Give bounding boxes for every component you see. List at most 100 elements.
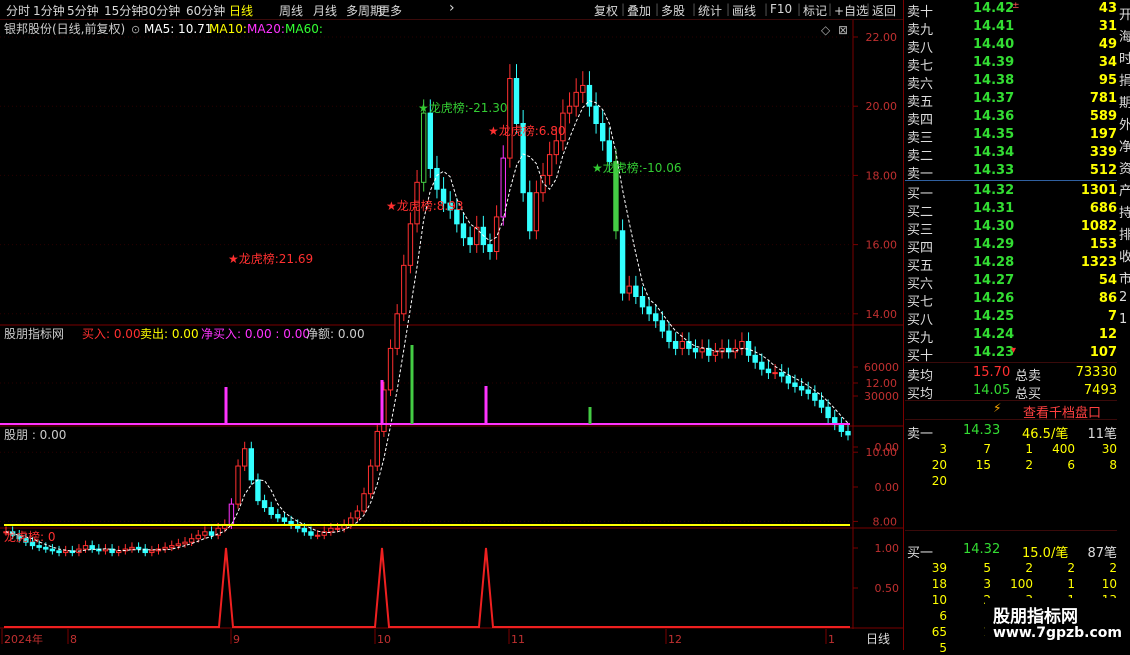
- ask-row[interactable]: 卖三 14.35 197: [905, 126, 1117, 146]
- period-8[interactable]: 月线: [313, 2, 337, 19]
- level-volume: 339: [1089, 145, 1117, 160]
- candle-body: [195, 534, 201, 540]
- candle-body: [460, 223, 467, 239]
- bid-row[interactable]: 买一 14.32 1301: [905, 182, 1117, 202]
- level-price: 14.24: [973, 327, 1015, 342]
- bid-row[interactable]: 买八 14.25 7: [905, 308, 1117, 328]
- tool-4[interactable]: 画线: [732, 2, 756, 19]
- tool-2[interactable]: 多股: [661, 2, 685, 19]
- edge-char: 收: [1119, 250, 1130, 265]
- candle-body: [36, 545, 42, 548]
- level-price: 14.26: [973, 291, 1015, 306]
- period-9[interactable]: 多周期: [346, 2, 382, 19]
- close-box-icon[interactable]: ⊠: [838, 23, 848, 37]
- candle-body: [261, 500, 268, 509]
- bid-row[interactable]: 买四 14.29 153: [905, 236, 1117, 256]
- ask-row[interactable]: 卖八 14.40 49: [905, 36, 1117, 56]
- tool-0[interactable]: 复权: [594, 2, 618, 19]
- period-6[interactable]: 日线: [229, 2, 253, 19]
- candle-body: [513, 78, 520, 124]
- chart-dropdown-icon[interactable]: ⊙: [131, 23, 140, 36]
- period-0[interactable]: 分时: [6, 2, 30, 19]
- queue-cell: 1: [1067, 577, 1075, 591]
- tool-6[interactable]: 标记: [803, 2, 827, 19]
- diamond-icon[interactable]: ◇: [821, 23, 831, 37]
- candle-body: [308, 531, 314, 536]
- date-axis-label: 2024年: [4, 632, 43, 646]
- price-tick: 18.00: [866, 169, 898, 182]
- tool-8[interactable]: 返回: [872, 2, 896, 19]
- kline-chart-svg[interactable]: 22.00 20.00 18.00 16.00 14.00 12.00 1 0.00 8.00 ★…: [0, 20, 903, 650]
- queue_sell-header: 卖一 14.33 46.5/笔 11笔: [905, 422, 1117, 442]
- candle-body: [328, 527, 334, 533]
- level-volume: 686: [1089, 201, 1117, 216]
- longhubang-annotation: ★龙虎榜:8.93: [386, 198, 464, 213]
- bid-row[interactable]: 买七 14.26 86: [905, 290, 1117, 310]
- edge-char: 市: [1119, 272, 1130, 287]
- candle-body: [208, 531, 215, 536]
- level-volume: 49: [1098, 37, 1117, 52]
- candle-body: [679, 340, 685, 349]
- period-4[interactable]: 30分钟: [141, 2, 180, 19]
- period-1[interactable]: 1分钟: [33, 2, 65, 19]
- queue-avg: 46.5/笔: [1022, 427, 1069, 442]
- tool-5[interactable]: F10: [770, 2, 792, 16]
- candle-body: [633, 285, 639, 297]
- bid-row[interactable]: 买三 14.30 1082: [905, 218, 1117, 238]
- ask-row[interactable]: 卖七 14.39 34: [905, 54, 1117, 74]
- edge-char: 开: [1119, 8, 1130, 23]
- ask-row[interactable]: 卖九 14.41 31: [905, 18, 1117, 38]
- queue-price: 14.33: [963, 423, 1001, 438]
- tool-7[interactable]: +自选: [834, 2, 868, 19]
- candle-body: [692, 347, 699, 353]
- candle-body: [639, 296, 646, 308]
- candle-body: [135, 546, 142, 550]
- indicator1-legend-1: 买入: 0.00: [82, 327, 141, 341]
- level-volume: 197: [1089, 127, 1117, 142]
- candle-body: [805, 389, 811, 394]
- level-volume: 54: [1098, 273, 1117, 288]
- period-10[interactable]: 更多: [378, 2, 402, 19]
- period-2[interactable]: 5分钟: [67, 2, 99, 19]
- ask-row[interactable]: 卖四 14.36 589: [905, 108, 1117, 128]
- candle-body: [407, 223, 414, 266]
- chart-legend-2: MA10:: [209, 22, 247, 36]
- bid-row[interactable]: 买九 14.24 12: [905, 326, 1117, 346]
- depth-1000-button[interactable]: ⚡ 查看千档盘口: [905, 400, 1117, 421]
- bid-row[interactable]: 买六 14.27 54: [905, 272, 1117, 292]
- candle-body: [162, 546, 168, 550]
- level-price: 14.28: [973, 255, 1015, 270]
- bid-row[interactable]: 买五 14.28 1323: [905, 254, 1117, 274]
- tool-1[interactable]: 叠加: [627, 2, 651, 19]
- indicator1-tick: 30000: [864, 390, 899, 403]
- candle-body: [586, 84, 593, 107]
- queue-cell: 5: [983, 561, 991, 575]
- ask-row[interactable]: 卖二 14.34 339: [905, 144, 1117, 164]
- edge-char: 净: [1119, 140, 1130, 155]
- edge-char: 持: [1119, 206, 1130, 221]
- order-summary-row: 买均 14.05 总买 7493: [905, 382, 1117, 402]
- indicator2-tick: 0.00: [875, 441, 900, 454]
- bid-row[interactable]: 买二 14.31 686: [905, 200, 1117, 220]
- period-7[interactable]: 周线: [279, 2, 303, 19]
- period-3[interactable]: 15分钟: [104, 2, 143, 19]
- ask-row[interactable]: 卖一 14.33 512: [905, 162, 1117, 182]
- price-tick: 8.00: [873, 515, 898, 528]
- price-tick: 12.00: [866, 377, 898, 390]
- ask-row[interactable]: 卖五 14.37 781: [905, 90, 1117, 110]
- avg-price: 14.05: [973, 383, 1011, 398]
- candle-body: [599, 123, 606, 142]
- candle-body: [553, 140, 559, 156]
- more-chevron-icon[interactable]: ›: [449, 0, 455, 16]
- ask-row[interactable]: 卖十 14.42 43: [905, 0, 1117, 20]
- edge-char: 1: [1119, 312, 1128, 327]
- indicator1-legend-3: 净买入: 0.00 : 0.00: [201, 327, 310, 341]
- ask-row[interactable]: 卖六 14.38 95: [905, 72, 1117, 92]
- candle-body: [765, 368, 772, 374]
- queue-cell: 39: [931, 561, 947, 575]
- tool-3[interactable]: 统计: [698, 2, 722, 19]
- queue-cell: 10: [1101, 577, 1117, 591]
- total-value: 7493: [1083, 383, 1117, 398]
- period-5[interactable]: 60分钟: [186, 2, 225, 19]
- period-label-button[interactable]: 日线: [866, 632, 890, 646]
